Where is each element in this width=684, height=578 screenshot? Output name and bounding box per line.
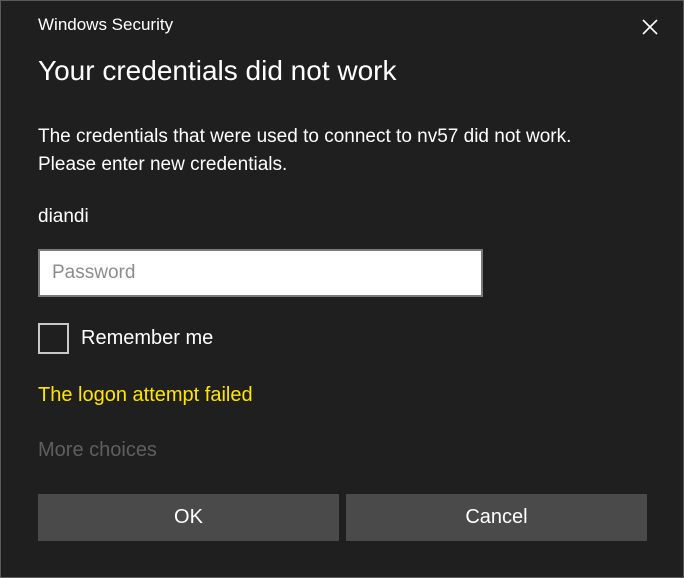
remember-me-checkbox-row[interactable]: Remember me (38, 323, 213, 354)
window-title: Windows Security (38, 15, 174, 34)
password-input[interactable] (40, 251, 481, 295)
ok-button[interactable]: OK (38, 494, 339, 541)
error-message: The logon attempt failed (38, 384, 253, 406)
more-choices-link[interactable]: More choices (38, 439, 157, 462)
dialog-message: The credentials that were used to connec… (38, 123, 658, 179)
password-field-container[interactable] (38, 249, 483, 297)
dialog-heading: Your credentials did not work (38, 55, 397, 86)
username-label: diandi (38, 206, 89, 227)
close-button[interactable] (633, 11, 667, 43)
remember-me-checkbox[interactable] (38, 323, 69, 354)
cancel-button[interactable]: Cancel (346, 494, 647, 541)
remember-me-label: Remember me (81, 327, 214, 349)
credentials-dialog: Windows Security Your credentials did no… (0, 0, 684, 578)
message-line-2: Please enter new credentials. (38, 154, 288, 175)
close-icon (642, 19, 658, 35)
message-line-1: The credentials that were used to connec… (38, 126, 572, 147)
